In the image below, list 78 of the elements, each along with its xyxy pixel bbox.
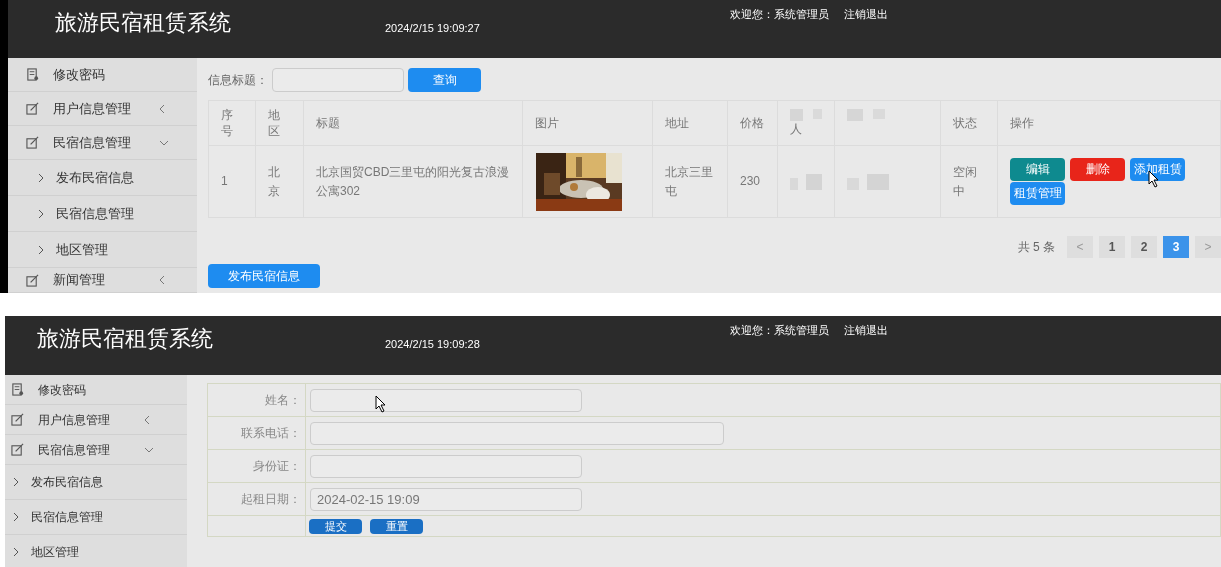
sidebar-label: 民宿信息管理 <box>53 133 132 152</box>
table-cell: 230 <box>740 174 761 188</box>
date-time: 2024/2/15 19:09:28 <box>385 337 481 352</box>
document-icon <box>11 383 24 396</box>
page-button[interactable]: 2 <box>1131 236 1157 258</box>
column-header: 人 <box>790 121 803 137</box>
chevron-icon <box>38 172 44 183</box>
chevron-left-icon[interactable] <box>144 414 150 425</box>
search-field[interactable] <box>272 68 404 92</box>
table-cell: 北京三里屯 <box>665 164 713 198</box>
logout-link[interactable]: 注销退出 <box>844 6 888 23</box>
sidebar-label: 民宿信息管理 <box>38 441 111 459</box>
chevron-down-icon[interactable] <box>159 139 169 146</box>
welcome-text: 欢迎您：系统管理员 <box>730 7 829 22</box>
field-label: 身份证： <box>253 459 301 473</box>
column-header: 地区 <box>268 108 280 138</box>
search-button[interactable]: 查询 <box>408 68 481 92</box>
publish-button[interactable]: 发布民宿信息 <box>208 264 320 288</box>
total-count: 共 5 条 <box>1017 239 1055 256</box>
column-header: 序号 <box>221 108 233 138</box>
chevron-left-icon[interactable] <box>159 275 165 285</box>
column-header: 图片 <box>535 116 559 130</box>
column-header: 地址 <box>665 116 689 130</box>
table-cell: 北京 <box>268 164 280 198</box>
sidebar-label: 修改密码 <box>53 65 106 84</box>
sidebar-label: 新闻管理 <box>53 271 106 290</box>
next-page-button[interactable]: > <box>1195 236 1221 258</box>
form-button[interactable]: 提交 <box>309 518 362 534</box>
table-cell: 1 <box>221 174 228 188</box>
page-button[interactable]: 1 <box>1099 236 1125 258</box>
previous-page-button[interactable]: < <box>1067 236 1093 258</box>
chevron-icon <box>13 477 19 487</box>
app-title: 旅游民宿租赁系统 <box>55 9 232 37</box>
chevron-icon <box>38 244 44 255</box>
field-label: 起租日期： <box>241 492 301 506</box>
search-label: 信息标题： <box>208 72 268 89</box>
edit-icon <box>26 136 39 149</box>
input-field[interactable] <box>310 454 582 478</box>
document-icon <box>26 68 39 81</box>
app-title: 旅游民宿租赁系统 <box>37 325 214 353</box>
sidebar-label: 修改密码 <box>38 381 87 399</box>
sidebar-label: 民宿信息管理 <box>31 509 103 526</box>
edit-icon <box>26 273 39 287</box>
sidebar-label: 发布民宿信息 <box>56 168 134 187</box>
table-cell: 北京国贸CBD三里屯的阳光复古浪漫公寓302 <box>316 164 510 198</box>
edit-icon <box>26 102 39 115</box>
input-field[interactable]: 2024-02-15 19:09 <box>310 487 582 511</box>
sidebar-label: 民宿信息管理 <box>56 204 134 223</box>
action-button[interactable]: 删除 <box>1070 158 1125 181</box>
sidebar-label: 用户信息管理 <box>53 99 132 118</box>
column-header: 操作 <box>1010 116 1034 130</box>
chevron-icon <box>13 512 19 522</box>
page-button[interactable]: 3 <box>1163 236 1189 258</box>
chevron-icon <box>13 547 19 557</box>
column-header: 价格 <box>740 116 764 130</box>
action-button[interactable]: 租赁管理 <box>1010 182 1065 205</box>
field-label: 姓名： <box>265 393 301 407</box>
column-header: 状态 <box>953 116 977 130</box>
logout-link[interactable]: 注销退出 <box>844 322 888 339</box>
sidebar-label: 发布民宿信息 <box>31 474 103 491</box>
sidebar-label: 地区管理 <box>31 544 79 561</box>
input-field[interactable] <box>310 388 582 412</box>
input-field[interactable] <box>310 421 724 445</box>
chevron-down-icon[interactable] <box>144 446 154 453</box>
sidebar-label: 地区管理 <box>56 240 108 259</box>
field-label: 联系电话： <box>241 426 301 440</box>
action-button[interactable]: 编辑 <box>1010 158 1065 181</box>
cursor-icon <box>375 395 387 413</box>
date-time: 2024/2/15 19:09:27 <box>385 21 481 36</box>
form-button[interactable]: 重置 <box>370 518 423 534</box>
column-header: 标题 <box>316 116 340 130</box>
sidebar-label: 用户信息管理 <box>38 411 111 429</box>
table-cell: 空闲中 <box>953 164 977 198</box>
chevron-left-icon[interactable] <box>159 103 165 114</box>
welcome-text: 欢迎您：系统管理员 <box>730 323 829 338</box>
chevron-icon <box>38 208 44 219</box>
edit-icon <box>11 413 24 426</box>
edit-icon <box>11 443 24 456</box>
